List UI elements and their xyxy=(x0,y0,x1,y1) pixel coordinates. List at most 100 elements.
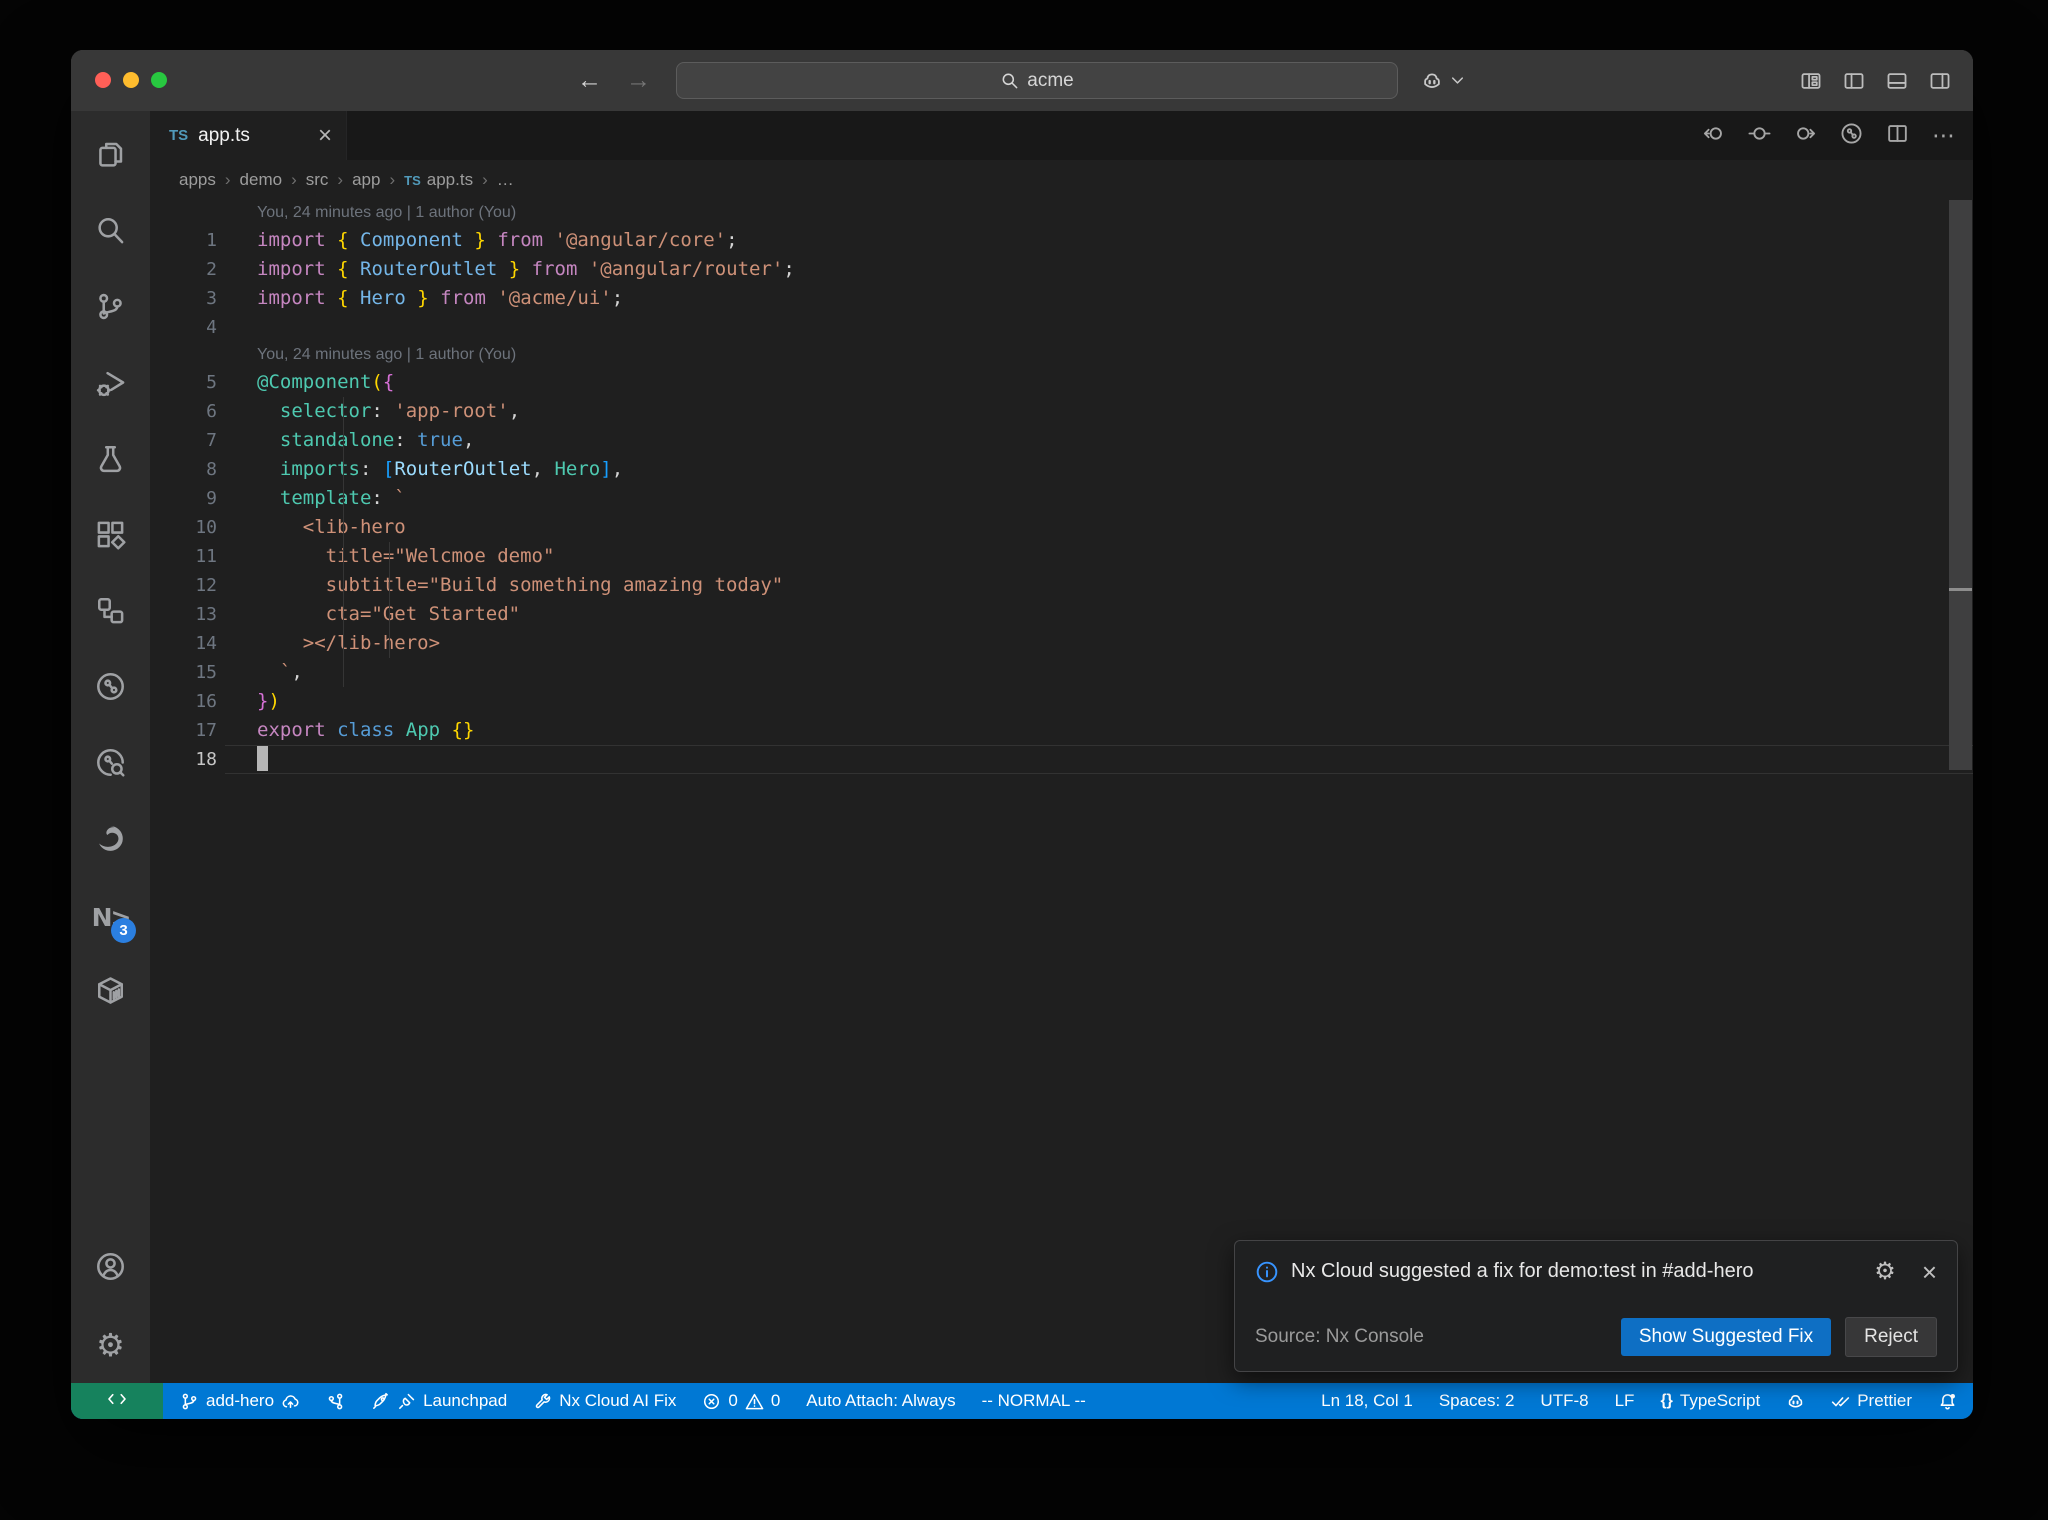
vscode-window: ← → acme N> 3 ⚙ TS app.ts × ⋯ apps › dem… xyxy=(71,50,1973,1419)
statusbar-cursor-position[interactable]: Ln 18, Col 1 xyxy=(1321,1391,1413,1411)
remote-indicator[interactable] xyxy=(71,1383,163,1419)
activity-item-nx-console[interactable]: N> 3 xyxy=(71,879,150,955)
commit-details-icon[interactable] xyxy=(1748,122,1771,150)
statusbar-vim-mode[interactable]: -- NORMAL -- xyxy=(982,1391,1086,1411)
statusbar-auto-attach[interactable]: Auto Attach: Always xyxy=(806,1391,955,1411)
activity-item-source-control[interactable] xyxy=(71,271,150,347)
statusbar-encoding[interactable]: UTF-8 xyxy=(1540,1391,1588,1411)
activity-item-edge-tools[interactable] xyxy=(71,803,150,879)
statusbar-source-control-graph[interactable] xyxy=(326,1392,345,1411)
search-value: acme xyxy=(1027,69,1074,91)
editor-actions: ⋯ xyxy=(1702,111,1957,160)
statusbar-copilot-status[interactable] xyxy=(1786,1392,1805,1411)
more-actions-icon[interactable]: ⋯ xyxy=(1932,122,1957,149)
activity-item-package-explorer[interactable] xyxy=(71,955,150,1031)
statusbar-indentation[interactable]: Spaces: 2 xyxy=(1439,1391,1515,1411)
notification-close-icon[interactable]: × xyxy=(1922,1259,1937,1285)
split-editor-icon[interactable] xyxy=(1886,122,1909,150)
notification-settings-icon[interactable]: ⚙ xyxy=(1874,1257,1896,1286)
navigate-forward-button[interactable]: → xyxy=(626,66,651,95)
statusbar-language-mode[interactable]: {} TypeScript xyxy=(1660,1391,1760,1411)
activity-item-custom-view[interactable] xyxy=(71,575,150,651)
statusbar-git-branch-status[interactable]: add-hero xyxy=(180,1391,300,1411)
navigate-back-button[interactable]: ← xyxy=(577,66,602,95)
activity-item-accounts[interactable] xyxy=(71,1231,150,1307)
show-suggested-fix-button[interactable]: Show Suggested Fix xyxy=(1620,1318,1832,1356)
code-line-18: 18 xyxy=(150,745,1973,774)
breadcrumb-item--[interactable]: … xyxy=(497,170,514,190)
line-content: `, xyxy=(279,661,303,683)
activity-bar: N> 3 ⚙ xyxy=(71,111,150,1383)
line-content: imports: [RouterOutlet, Hero], xyxy=(279,458,624,480)
toggle-secondary-sidebar-icon[interactable] xyxy=(1929,70,1951,92)
debug-icon xyxy=(95,367,126,403)
breadcrumb-item-apps[interactable]: apps xyxy=(179,170,216,190)
line-number: 18 xyxy=(195,749,217,770)
activity-item-gitlens-inspect[interactable] xyxy=(71,727,150,803)
command-center-search[interactable]: acme xyxy=(676,62,1398,99)
close-window-button[interactable] xyxy=(95,72,111,88)
remote-indicator-icon xyxy=(107,1389,127,1414)
statusbar-label: Ln 18, Col 1 xyxy=(1321,1391,1413,1410)
statusbar-label: 0 xyxy=(728,1391,738,1410)
activity-item-gitlens[interactable] xyxy=(71,651,150,727)
hierarchy-icon xyxy=(95,595,126,631)
breadcrumb-item-demo[interactable]: demo xyxy=(240,170,283,190)
reject-button[interactable]: Reject xyxy=(1845,1317,1937,1357)
line-content: cta="Get Started" xyxy=(325,603,521,625)
breadcrumb-item-app-ts[interactable]: TS app.ts xyxy=(404,170,473,190)
zoom-window-button[interactable] xyxy=(151,72,167,88)
tab-app-ts[interactable]: TS app.ts × xyxy=(150,111,347,160)
line-number: 6 xyxy=(206,401,217,422)
copilot-icon xyxy=(1786,1392,1805,1411)
breadcrumb-item-src[interactable]: src xyxy=(306,170,329,190)
activity-item-explorer[interactable] xyxy=(71,119,150,195)
close-tab-icon[interactable]: × xyxy=(318,123,332,148)
activity-item-testing[interactable] xyxy=(71,423,150,499)
typescript-file-icon: TS xyxy=(169,127,189,144)
toggle-primary-sidebar-icon[interactable] xyxy=(1843,70,1865,92)
line-content: }) xyxy=(257,690,280,712)
code-line-12: 12 subtitle="Build something amazing tod… xyxy=(150,571,1973,600)
scrollbar-thumb[interactable] xyxy=(1949,200,1972,770)
statusbar-nx-cloud-ai-fix[interactable]: Nx Cloud AI Fix xyxy=(533,1391,676,1411)
error-icon xyxy=(702,1392,721,1411)
code-line-2: 2 import { RouterOutlet } from '@angular/… xyxy=(150,255,1973,284)
code-line-1: 1 import { Component } from '@angular/cor… xyxy=(150,226,1973,255)
open-changes-forward-icon[interactable] xyxy=(1794,122,1817,150)
breadcrumb-item-app[interactable]: app xyxy=(352,170,380,190)
bell-dot-icon xyxy=(1938,1392,1957,1411)
statusbar-prettier[interactable]: Prettier xyxy=(1831,1391,1912,1411)
scrollbar-marker xyxy=(1949,588,1972,591)
activity-item-settings[interactable]: ⚙ xyxy=(71,1307,150,1383)
statusbar-notifications-bell[interactable] xyxy=(1938,1392,1957,1411)
activity-item-search[interactable] xyxy=(71,195,150,271)
double-check-icon xyxy=(1831,1392,1850,1411)
code-lines: You, 24 minutes ago | 1 author (You) 1 imp… xyxy=(150,200,1973,774)
activity-item-run-and-debug[interactable] xyxy=(71,347,150,423)
statusbar-label: TypeScript xyxy=(1679,1391,1761,1410)
code-editor[interactable]: You, 24 minutes ago | 1 author (You) 1 imp… xyxy=(150,200,1973,1383)
minimize-window-button[interactable] xyxy=(123,72,139,88)
line-number: 8 xyxy=(206,459,217,480)
statusbar-label: Nx Cloud AI Fix xyxy=(559,1391,677,1410)
statusbar-label: -- NORMAL -- xyxy=(981,1391,1086,1410)
statusbar-label: Launchpad xyxy=(423,1391,508,1410)
open-changes-back-icon[interactable] xyxy=(1702,122,1725,150)
toggle-panel-icon[interactable] xyxy=(1886,70,1908,92)
line-content: <lib-hero xyxy=(257,516,406,538)
tab-label: app.ts xyxy=(198,124,250,146)
breadcrumb-separator: › xyxy=(337,170,344,189)
customize-layout-icon[interactable] xyxy=(1800,70,1822,92)
statusbar-label: UTF-8 xyxy=(1540,1391,1589,1410)
activity-item-extensions[interactable] xyxy=(71,499,150,575)
plug-icon xyxy=(397,1392,416,1411)
code-line-10: 10 <lib-hero xyxy=(150,513,1973,542)
copilot-menu[interactable] xyxy=(1421,50,1467,111)
source-control-graph-icon[interactable] xyxy=(1840,122,1863,150)
statusbar-eol[interactable]: LF xyxy=(1615,1391,1635,1411)
package-icon xyxy=(95,975,126,1011)
code-line-4: 4 xyxy=(150,313,1973,342)
statusbar-problems[interactable]: 00 xyxy=(702,1391,780,1411)
statusbar-launchpad[interactable]: Launchpad xyxy=(371,1391,507,1411)
